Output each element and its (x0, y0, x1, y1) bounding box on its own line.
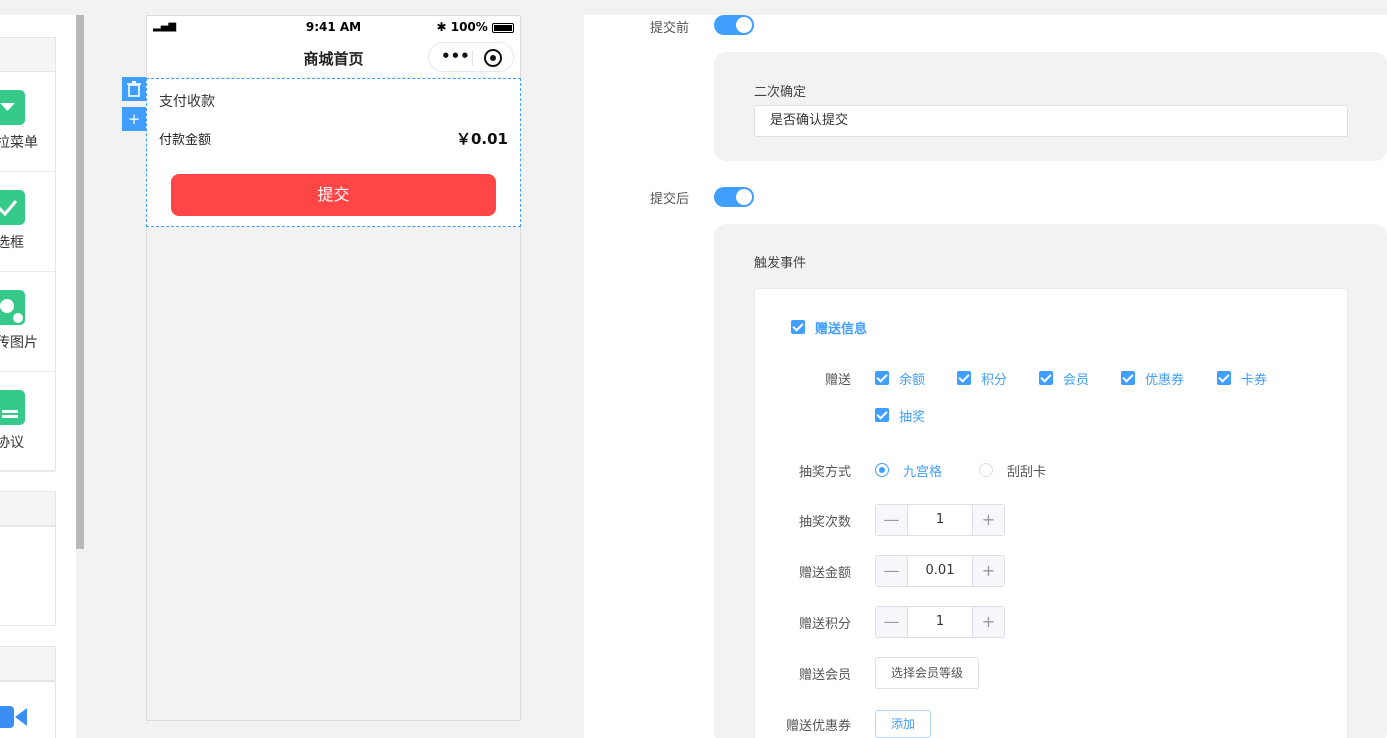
palette-item-label: 拉菜单 (0, 135, 38, 151)
palette-item-label: 选框 (0, 235, 24, 251)
gift-option-label[interactable]: 会员 (1063, 369, 1089, 388)
delete-component-button[interactable] (122, 77, 146, 101)
amount-value: ￥0.01 (455, 130, 508, 148)
gift-option-label[interactable]: 积分 (981, 369, 1007, 388)
gift-option-checkbox[interactable] (875, 371, 889, 385)
gift-settings-card: 赠送信息 赠送 余额 积分 会员 优惠券 卡券 抽奖 抽奖方式 九宫格 刮刮卡 … (754, 288, 1348, 738)
gift-amount-label: 赠送金额 (798, 566, 851, 581)
gift-info-label: 赠送信息 (815, 322, 868, 337)
palette-group-header (0, 491, 56, 526)
agreement-icon (0, 390, 25, 425)
stepper-value[interactable]: 0.01 (908, 556, 972, 586)
after-submit-label: 提交后 (649, 192, 689, 207)
gift-info-checkbox[interactable] (791, 320, 805, 334)
after-submit-switch[interactable] (714, 187, 754, 207)
trash-icon (127, 81, 141, 97)
battery-percent: 100% (450, 20, 488, 34)
lottery-mode-radio[interactable] (979, 463, 993, 477)
lottery-times-label: 抽奖次数 (798, 515, 851, 530)
palette-item-image-upload[interactable]: 传图片 (0, 272, 56, 372)
palette-item-label: 协议 (0, 435, 24, 451)
mini-program-capsule[interactable]: ••• (428, 42, 514, 72)
gift-option-checkbox[interactable] (1039, 371, 1053, 385)
palette-group-header (0, 646, 56, 681)
gift-option-checkbox[interactable] (1217, 371, 1231, 385)
trigger-caption: 触发事件 (754, 256, 807, 271)
more-icon[interactable]: ••• (441, 47, 470, 65)
close-target-icon[interactable] (484, 49, 502, 67)
battery-status: ✱ 100% (436, 20, 514, 34)
amount-label: 付款金额 (159, 133, 212, 148)
submit-button[interactable]: 提交 (171, 174, 496, 216)
confirm-caption: 二次确定 (754, 85, 807, 100)
lottery-mode-option[interactable]: 九宫格 (903, 461, 942, 480)
gift-option-checkbox[interactable] (957, 371, 971, 385)
component-title: 支付收款 (159, 94, 215, 110)
confirm-text-input[interactable]: 是否确认提交 (754, 105, 1348, 137)
gift-option-checkbox[interactable] (875, 408, 889, 422)
palette-group (0, 526, 56, 626)
gift-option-label[interactable]: 卡券 (1241, 369, 1267, 388)
battery-icon (492, 22, 514, 33)
gift-option-checkbox[interactable] (1121, 371, 1135, 385)
add-component-button[interactable]: + (122, 107, 146, 131)
capsule-divider (472, 50, 473, 66)
palette-group: 拉菜单 选框 传图片 协议 (0, 71, 56, 472)
increment-button[interactable]: + (972, 607, 1004, 637)
top-bar (0, 0, 1387, 15)
dropdown-icon (0, 90, 25, 125)
palette-item-dropdown[interactable]: 拉菜单 (0, 72, 56, 172)
stepper-value[interactable]: 1 (908, 505, 972, 535)
before-submit-label: 提交前 (649, 21, 689, 36)
palette-item-checkbox[interactable]: 选框 (0, 172, 56, 272)
image-upload-icon (0, 290, 25, 325)
payment-component[interactable]: 支付收款 付款金额 ￥0.01 提交 (146, 78, 521, 227)
add-coupon-button[interactable]: 添加 (875, 710, 931, 738)
trigger-box: 触发事件 赠送信息 赠送 余额 积分 会员 优惠券 卡券 抽奖 抽奖方式 九宫格… (714, 224, 1387, 738)
gift-option-label[interactable]: 抽奖 (899, 406, 925, 425)
gift-points-stepper[interactable]: — 1 + (875, 606, 1005, 638)
select-member-level-button[interactable]: 选择会员等级 (875, 657, 979, 689)
component-palette: 拉菜单 选框 传图片 协议 (0, 15, 76, 738)
decrement-button[interactable]: — (876, 607, 908, 637)
palette-group-header (0, 37, 56, 72)
bluetooth-icon: ✱ (436, 20, 451, 34)
lottery-mode-label: 抽奖方式 (798, 465, 851, 480)
lottery-times-stepper[interactable]: — 1 + (875, 504, 1005, 536)
confirm-box: 二次确定 是否确认提交 (714, 52, 1387, 161)
video-icon[interactable] (0, 702, 28, 736)
lottery-mode-radio[interactable] (875, 463, 889, 477)
gift-member-label: 赠送会员 (798, 668, 851, 683)
decrement-button[interactable]: — (876, 556, 908, 586)
gift-option-label[interactable]: 优惠券 (1145, 369, 1184, 388)
before-submit-switch[interactable] (714, 15, 754, 35)
phone-preview: ▂▄▆ 9:41 AM ✱ 100% 商城首页 ••• 支付收款 付款金额 ￥0… (146, 15, 521, 721)
decrement-button[interactable]: — (876, 505, 908, 535)
gift-amount-stepper[interactable]: — 0.01 + (875, 555, 1005, 587)
config-panel: 提交前 二次确定 是否确认提交 提交后 触发事件 赠送信息 赠送 余额 积分 会… (584, 15, 1387, 738)
gift-label: 赠送 (824, 373, 851, 388)
palette-scrollbar[interactable] (76, 15, 84, 549)
palette-item-agreement[interactable]: 协议 (0, 372, 56, 472)
gift-points-label: 赠送积分 (798, 617, 851, 632)
palette-group (0, 681, 56, 738)
plus-icon: + (127, 110, 141, 128)
stepper-value[interactable]: 1 (908, 607, 972, 637)
gift-coupon-label: 赠送优惠券 (785, 719, 851, 734)
lottery-mode-option[interactable]: 刮刮卡 (1007, 461, 1046, 480)
status-bar: ▂▄▆ 9:41 AM ✱ 100% (147, 16, 520, 40)
gift-option-label[interactable]: 余额 (899, 369, 925, 388)
palette-item-label: 传图片 (0, 335, 38, 351)
checkbox-icon (0, 190, 25, 225)
increment-button[interactable]: + (972, 556, 1004, 586)
nav-bar: 商城首页 ••• (147, 40, 520, 77)
increment-button[interactable]: + (972, 505, 1004, 535)
